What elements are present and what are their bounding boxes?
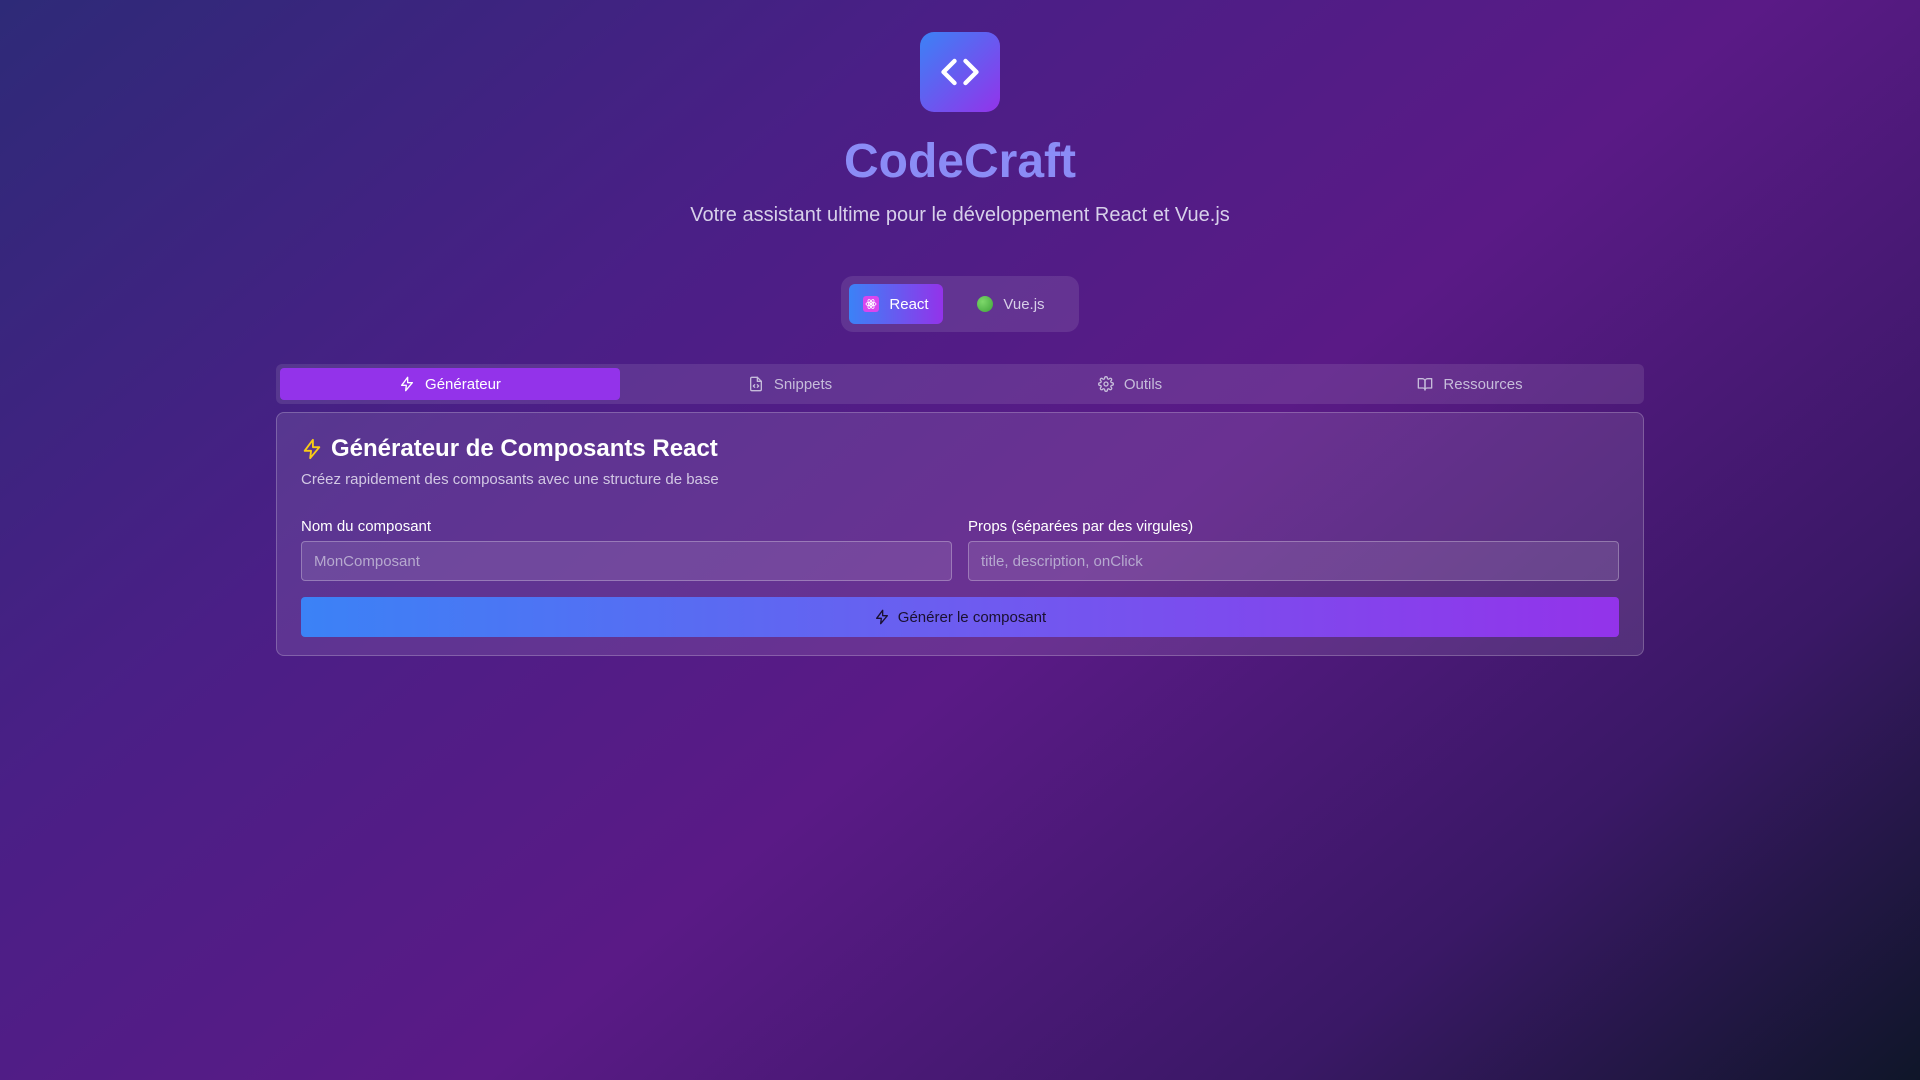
tab-label: Ressources	[1443, 375, 1523, 393]
tab-label: Outils	[1123, 375, 1163, 393]
react-icon	[863, 296, 880, 312]
vue-icon	[977, 296, 994, 312]
generate-component-button[interactable]: Générer le composant	[301, 597, 1619, 637]
tab-ressources[interactable]: Ressources	[1300, 368, 1640, 400]
generator-fields: Nom du composant Props (séparées par des…	[301, 518, 1619, 581]
framework-switch: React Vue.js	[841, 276, 1079, 332]
component-name-input[interactable]	[301, 541, 952, 581]
generate-button-label: Générer le composant	[897, 608, 1047, 626]
bolt-icon	[401, 376, 414, 392]
props-label: Props (séparées par des virgules)	[968, 518, 1194, 535]
generator-title: Générateur de Composants React	[331, 435, 718, 462]
tab-outils[interactable]: Outils	[960, 368, 1300, 400]
generator-subtitle: Créez rapidement des composants avec une…	[301, 471, 719, 488]
framework-react-button[interactable]: React	[849, 284, 943, 324]
app-header: CodeCraft Votre assistant ultime pour le…	[0, 0, 1920, 227]
tab-label: Snippets	[773, 375, 833, 393]
framework-vue-label: Vue.js	[1003, 295, 1045, 313]
generator-card: Générateur de Composants React Créez rap…	[276, 412, 1644, 656]
props-input[interactable]	[968, 541, 1619, 581]
app-logo	[920, 32, 1000, 112]
generator-title-row: Générateur de Composants React	[301, 435, 1619, 463]
tab-label: Générateur	[425, 375, 501, 393]
component-name-label: Nom du composant	[301, 518, 432, 535]
app-subtitle: Votre assistant ultime pour le développe…	[690, 204, 1230, 226]
file-code-icon	[749, 376, 762, 392]
bolt-icon	[875, 609, 888, 625]
props-group: Props (séparées par des virgules)	[968, 518, 1619, 581]
code-brackets-icon	[941, 58, 979, 86]
component-name-group: Nom du composant	[301, 518, 952, 581]
app-title: CodeCraft	[843, 135, 1076, 188]
tab-generateur[interactable]: Générateur	[280, 368, 620, 400]
gear-icon	[1097, 376, 1114, 392]
main-tabs: Générateur Snippets Outils Ressources	[276, 364, 1644, 404]
book-open-icon	[1418, 378, 1433, 391]
bolt-icon	[303, 438, 321, 460]
framework-vue-button[interactable]: Vue.js	[951, 284, 1071, 324]
tab-snippets[interactable]: Snippets	[620, 368, 960, 400]
framework-react-label: React	[889, 295, 929, 313]
